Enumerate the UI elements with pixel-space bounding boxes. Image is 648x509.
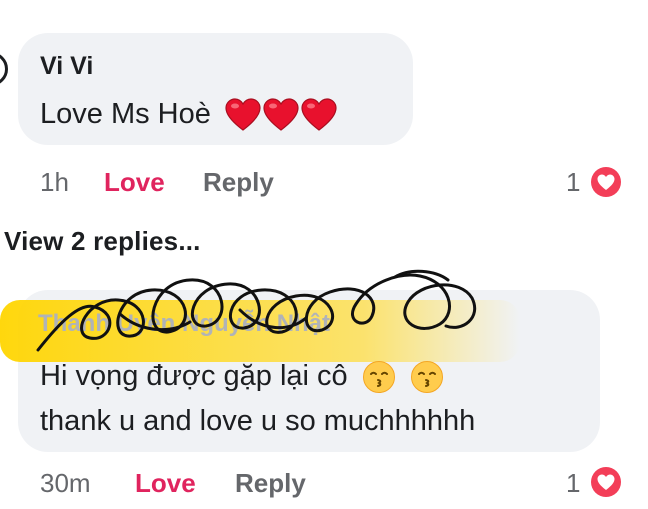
comment-timestamp[interactable]: 30m	[40, 468, 91, 499]
love-reaction-icon[interactable]	[590, 466, 622, 498]
reply-button[interactable]: Reply	[235, 468, 306, 499]
love-reaction-icon[interactable]	[590, 166, 622, 198]
red-heart-icon	[225, 98, 261, 132]
love-button[interactable]: Love	[104, 167, 165, 198]
comment-text-line: thank u and love u so muchhhhhh	[40, 405, 476, 437]
reply-button[interactable]: Reply	[203, 167, 274, 198]
comment-thread: Vi Vi Love Ms Hoè 1h Love Reply 1 View 2…	[0, 0, 648, 509]
comment-text: Love Ms Hoè	[40, 98, 337, 132]
reaction-count[interactable]: 1	[566, 167, 580, 198]
comment-text: Hi vọng được gặp lại cô	[40, 360, 444, 394]
comment-text-line: Hi vọng được gặp lại cô	[40, 360, 348, 392]
kissing-face-icon	[410, 361, 443, 394]
love-button[interactable]: Love	[135, 468, 196, 499]
scribble-redaction-mark	[36, 269, 476, 352]
comment-timestamp[interactable]: 1h	[40, 167, 69, 198]
kissing-face-icon	[362, 361, 395, 394]
reaction-count[interactable]: 1	[566, 468, 580, 499]
red-heart-icon	[301, 98, 337, 132]
comment-author[interactable]: Vi Vi	[40, 52, 93, 81]
avatar[interactable]	[0, 52, 8, 86]
red-heart-icon	[263, 98, 299, 132]
hearts-group	[225, 98, 337, 132]
view-replies-link[interactable]: View 2 replies...	[4, 226, 201, 257]
comment-text-content: Love Ms Hoè	[40, 98, 211, 130]
